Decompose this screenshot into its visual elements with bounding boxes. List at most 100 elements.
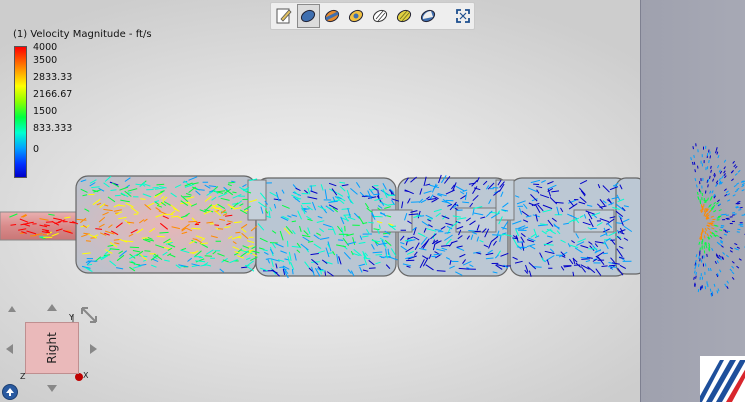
velocity-vector	[705, 199, 707, 203]
baffle-2	[371, 209, 413, 233]
velocity-vector	[724, 231, 729, 233]
velocity-vector	[717, 256, 720, 260]
velocity-vector	[729, 250, 733, 253]
baffle-4	[495, 179, 515, 221]
section-view-icon	[349, 9, 364, 23]
transparent-view-icon	[373, 9, 388, 23]
velocity-vector	[711, 190, 714, 194]
legend-tick: 4000	[33, 42, 58, 53]
velocity-vector	[723, 159, 727, 163]
velocity-vector	[692, 146, 694, 150]
velocity-vector	[713, 283, 716, 287]
velocity-vector	[727, 199, 731, 202]
velocity-vector	[695, 275, 697, 279]
velocity-vector	[309, 185, 317, 187]
velocity-vector	[733, 213, 737, 215]
velocity-vector	[691, 161, 694, 166]
view-navigation-cube[interactable]: Right Y Z X	[0, 300, 105, 402]
velocity-vector	[709, 197, 713, 201]
velocity-vector	[716, 199, 720, 203]
velocity-vector	[734, 173, 738, 176]
velocity-vector	[714, 260, 717, 265]
3d-viewport[interactable]: (1) Velocity Magnitude - ft/s 4000 3500 …	[0, 0, 640, 402]
velocity-vector	[368, 267, 376, 269]
material-view-button[interactable]	[393, 4, 416, 28]
velocity-vector	[705, 245, 708, 249]
edit-button[interactable]	[273, 4, 296, 28]
velocity-vector	[694, 270, 696, 274]
rotate-icon	[81, 307, 97, 323]
velocity-vector	[738, 209, 742, 211]
legend-tick: 2833.33	[33, 72, 73, 83]
velocity-vector	[710, 293, 713, 297]
shaded-with-edges-button[interactable]	[321, 4, 344, 28]
outline-view-button[interactable]	[417, 4, 440, 28]
velocity-vector	[723, 229, 727, 232]
velocity-vector	[235, 231, 241, 234]
velocity-vector	[718, 177, 722, 181]
velocity-vector	[708, 210, 712, 213]
velocity-vector	[715, 183, 718, 187]
velocity-vector	[375, 254, 383, 256]
velocity-vector	[458, 267, 469, 270]
legend-colorbar	[14, 46, 27, 178]
velocity-vector	[693, 276, 695, 280]
fit-to-screen-button[interactable]	[451, 4, 474, 28]
velocity-vector	[693, 154, 695, 159]
velocity-vector	[731, 265, 735, 269]
velocity-vector	[133, 213, 139, 215]
velocity-vector	[738, 258, 742, 261]
home-view-button[interactable]	[2, 384, 18, 400]
autodesk-logo	[700, 356, 745, 402]
velocity-vector	[698, 255, 700, 260]
arrow-right-icon	[90, 344, 97, 354]
velocity-vector	[732, 160, 735, 164]
navcube-face-label: Right	[45, 332, 59, 364]
velocity-vector	[736, 187, 740, 191]
velocity-vector	[716, 151, 719, 155]
navcube-face-right[interactable]: Right	[25, 322, 79, 374]
transparent-view-button[interactable]	[369, 4, 392, 28]
velocity-vector	[698, 263, 700, 267]
velocity-vector	[708, 159, 710, 164]
velocity-vector	[720, 213, 724, 216]
axis-z-label: Z	[20, 372, 26, 381]
velocity-vector	[228, 181, 235, 184]
velocity-vector	[712, 178, 715, 182]
velocity-vector	[602, 252, 608, 255]
velocity-vector	[708, 223, 712, 225]
velocity-vector	[706, 233, 709, 237]
section-view-button[interactable]	[345, 4, 368, 28]
velocity-vector	[718, 254, 722, 258]
velocity-vector	[736, 231, 740, 233]
velocity-vector	[338, 239, 344, 241]
velocity-vector	[224, 226, 231, 228]
velocity-vector	[725, 190, 729, 194]
velocity-vector	[719, 269, 722, 273]
velocity-vector	[703, 235, 706, 239]
velocity-vector	[733, 184, 737, 188]
shaded-display-button[interactable]	[296, 4, 320, 28]
view-toolbar	[270, 2, 475, 30]
velocity-vector	[709, 151, 711, 155]
velocity-vector	[716, 202, 720, 205]
velocity-vector	[715, 150, 717, 154]
baffle-3	[455, 207, 497, 233]
arrow-down-icon	[47, 385, 57, 392]
velocity-vector	[707, 197, 709, 201]
velocity-vector	[694, 177, 697, 182]
velocity-vector	[719, 170, 723, 174]
velocity-vector	[719, 257, 722, 261]
legend-tick: 2166.67	[33, 89, 73, 100]
velocity-vector	[715, 147, 718, 151]
velocity-vector	[694, 169, 696, 173]
edit-icon	[276, 8, 293, 24]
outlet-spray-vectors	[690, 143, 745, 297]
velocity-vector	[713, 209, 717, 213]
velocity-vector	[727, 193, 731, 196]
velocity-vector	[29, 235, 37, 237]
velocity-vector	[704, 230, 707, 235]
velocity-vector	[736, 182, 740, 186]
velocity-vector	[719, 229, 723, 231]
velocity-vector	[716, 290, 719, 294]
